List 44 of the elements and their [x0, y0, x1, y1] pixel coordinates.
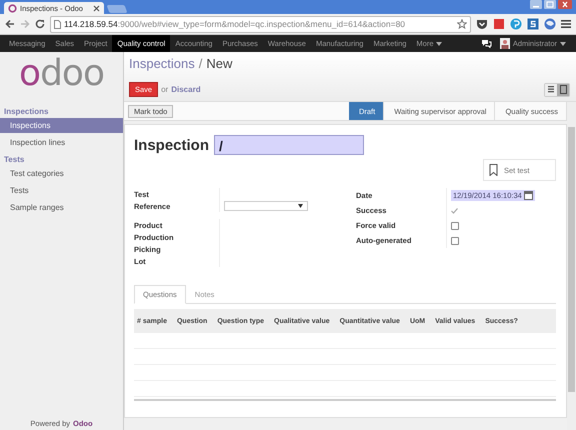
caret-icon [560, 42, 566, 46]
name-field[interactable]: / [214, 135, 364, 155]
caret-icon [436, 42, 442, 46]
sidebar-item[interactable]: Sample ranges [0, 200, 123, 215]
pocket-icon[interactable] [476, 18, 488, 30]
odoo-icon [8, 4, 17, 12]
address-field[interactable]: 114.218.59.54:9000/web#view_type=form&model=qc.inspection&menu_id=614&action=80 [50, 16, 471, 32]
list-icon [548, 85, 554, 94]
sidebar-item[interactable]: Tests [0, 183, 123, 198]
square-icon[interactable] [493, 18, 505, 30]
sidebar-item[interactable]: Inspections [0, 118, 123, 133]
breadcrumb-link[interactable]: Inspections [129, 56, 195, 74]
circle-extension-icon[interactable] [510, 18, 522, 30]
scrollbar-thumb[interactable] [568, 127, 575, 392]
list-view-button[interactable] [545, 84, 557, 96]
checkbox[interactable] [451, 222, 459, 230]
avatar-icon [500, 38, 510, 49]
scrollbar[interactable] [567, 102, 576, 430]
reload-icon[interactable] [35, 19, 45, 29]
close-icon[interactable] [558, 0, 572, 9]
page-icon [54, 20, 61, 28]
form-icon [560, 85, 566, 94]
star-icon[interactable] [457, 19, 467, 29]
back-icon[interactable] [5, 19, 15, 29]
url-text: 114.218.59.54:9000/web#view_type=form&model=qc.inspection&menu_id=614&action=80 [64, 19, 406, 29]
sidebar-item[interactable]: Inspection lines [0, 135, 123, 150]
sidebar-item[interactable]: Test categories [0, 166, 123, 181]
caret-icon [298, 204, 303, 208]
logo: odoo [18, 52, 105, 96]
square-extension-icon[interactable] [527, 18, 539, 30]
form-title: Inspection [134, 136, 210, 154]
close-icon[interactable] [93, 4, 100, 12]
breadcrumb-current: New [206, 56, 232, 73]
chat-icon[interactable] [480, 39, 492, 48]
bookmark-icon [489, 164, 498, 176]
checkbox[interactable] [451, 236, 459, 244]
form-view-button[interactable] [557, 84, 569, 96]
menu-icon[interactable] [561, 19, 571, 29]
breadcrumb-separator: / [198, 56, 202, 73]
section-heading: Inspections [3, 106, 50, 118]
or-text: or [161, 85, 168, 94]
calendar-icon[interactable] [524, 191, 533, 200]
discard-link[interactable]: Discard [171, 85, 201, 94]
section-heading: Tests [3, 154, 26, 166]
